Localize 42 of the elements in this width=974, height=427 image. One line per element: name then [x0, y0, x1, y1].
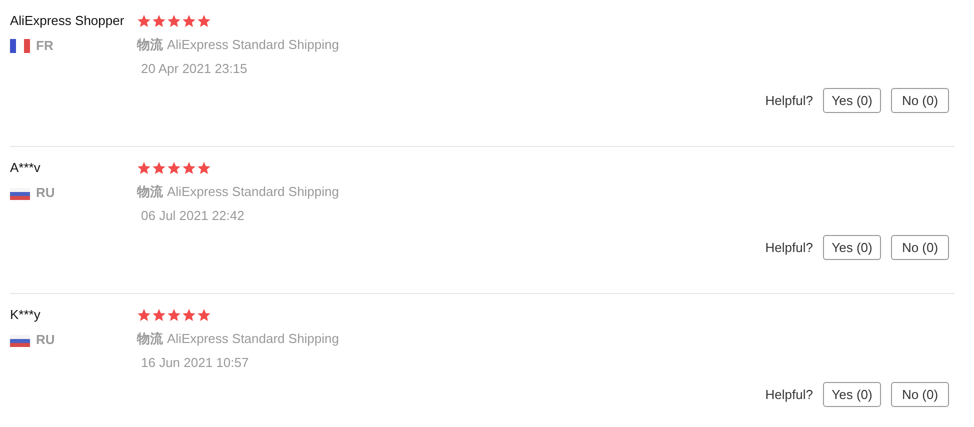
star-icon: [197, 161, 211, 175]
helpful-label: Helpful?: [765, 93, 813, 108]
shipping-label: 物流: [137, 184, 163, 199]
shipping-method: AliExpress Standard Shipping: [167, 184, 339, 199]
star-icon: [197, 14, 211, 28]
star-icon: [152, 161, 166, 175]
star-icon: [182, 308, 196, 322]
star-icon: [137, 161, 151, 175]
review-date: 16 Jun 2021 10:57: [141, 355, 250, 371]
yes-button[interactable]: Yes (0): [823, 88, 881, 113]
star-icon: [167, 308, 181, 322]
helpful-label: Helpful?: [765, 240, 813, 255]
review-date: 20 Apr 2021 23:15: [141, 61, 248, 77]
country-code: RU: [36, 332, 55, 347]
shipping-label: 物流: [137, 37, 163, 52]
user-name: A***v: [10, 160, 42, 176]
review-date: 06 Jul 2021 22:42: [141, 208, 246, 224]
star-icon: [167, 161, 181, 175]
star-icon: [137, 308, 151, 322]
star-icon: [197, 308, 211, 322]
country-code: RU: [36, 185, 55, 200]
star-icon: [167, 14, 181, 28]
user-name: K***y: [10, 307, 42, 323]
helpful-label: Helpful?: [765, 387, 813, 402]
yes-button[interactable]: Yes (0): [823, 235, 881, 260]
user-name: AliExpress Shopper: [10, 13, 126, 29]
shipping-label: 物流: [137, 331, 163, 346]
flag-icon: [10, 332, 30, 346]
no-button[interactable]: No (0): [891, 382, 949, 407]
country-code: FR: [36, 38, 54, 53]
star-icon: [152, 308, 166, 322]
no-button[interactable]: No (0): [891, 88, 949, 113]
star-icon: [182, 14, 196, 28]
star-icon: [182, 161, 196, 175]
shipping-method: AliExpress Standard Shipping: [167, 37, 339, 52]
star-icon: [137, 14, 151, 28]
star-icon: [152, 14, 166, 28]
shipping-method: AliExpress Standard Shipping: [167, 331, 339, 346]
no-button[interactable]: No (0): [891, 235, 949, 260]
yes-button[interactable]: Yes (0): [823, 382, 881, 407]
flag-icon: [10, 186, 30, 200]
flag-icon: [10, 38, 30, 52]
